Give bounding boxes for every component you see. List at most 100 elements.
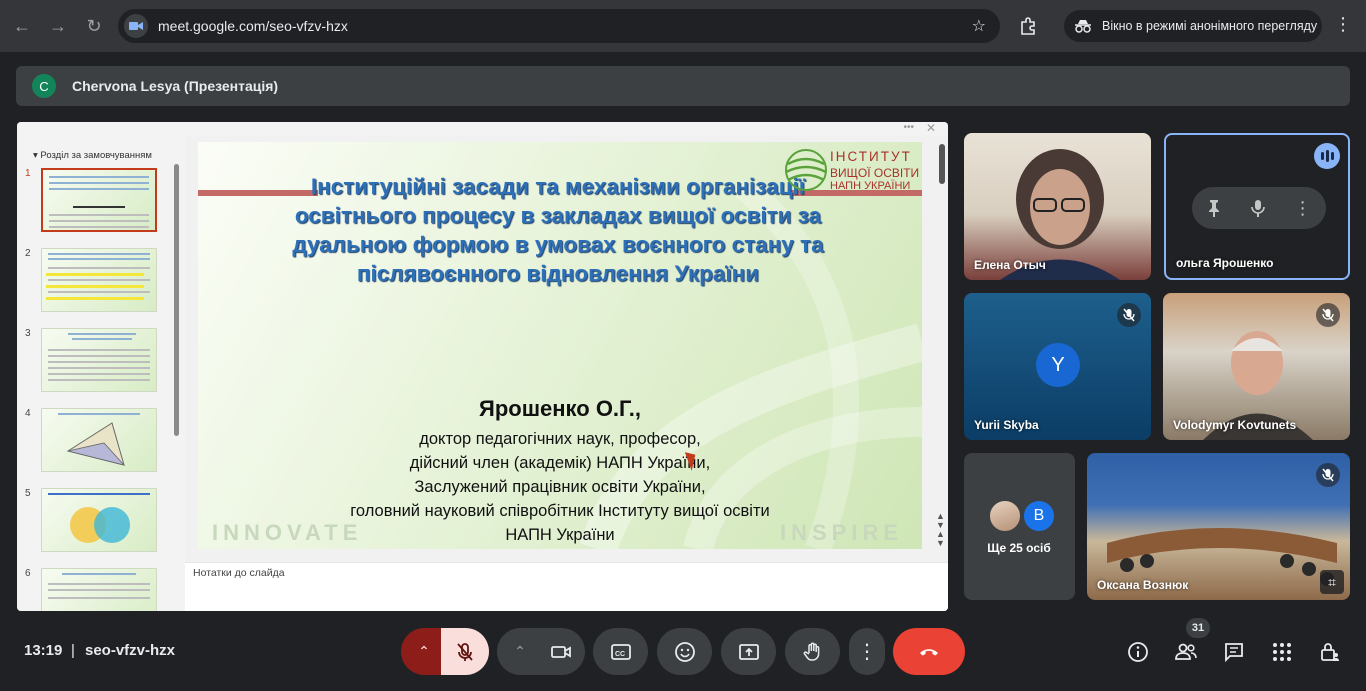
present-to-all-icon	[738, 643, 759, 660]
section-label: Розділ за замовчуванням	[33, 150, 185, 161]
hand-icon	[803, 642, 819, 661]
participant-count-badge: 31	[1186, 618, 1210, 638]
more-participants-tile[interactable]: B Ще 25 осіб	[964, 453, 1075, 600]
more-vert-icon: ⋮	[857, 641, 877, 663]
pin-icon[interactable]	[1206, 199, 1222, 217]
institute-globe-icon	[785, 149, 827, 191]
thumb-number: 3	[25, 328, 31, 339]
thumb-number: 5	[25, 488, 31, 499]
browser-menu-icon[interactable]: ⋮	[1334, 14, 1352, 35]
institute-logo: ІНСТИТУТ ВИЩОЇ ОСВІТИ НАПН УКРАЇНИ	[784, 146, 922, 196]
presenter-avatar: C	[32, 74, 56, 98]
host-controls-button[interactable]	[1316, 638, 1344, 666]
clock: 13:19	[24, 642, 63, 659]
call-end-icon	[920, 648, 938, 655]
slide-title: Інституційні засади та механізми організ…	[292, 174, 824, 286]
microphone-toggle-button[interactable]	[441, 628, 489, 675]
captions-button[interactable]: CC	[593, 628, 648, 675]
incognito-indicator[interactable]: Вікно в режимі анонімного перегляду	[1064, 10, 1322, 42]
chevron-up-icon: ⌃	[418, 643, 430, 659]
thumb-number: 2	[25, 248, 31, 259]
current-slide: Інституційні засади та механізми організ…	[198, 142, 922, 549]
more-participants-avatars: B	[988, 499, 1058, 533]
participant-name: Volodymyr Kovtunets	[1173, 418, 1297, 432]
info-icon	[1128, 642, 1148, 662]
incognito-label: Вікно в режимі анонімного перегляду	[1102, 19, 1318, 33]
participant-tile[interactable]: ⌗ Оксана Вознюк	[1087, 453, 1350, 600]
close-icon[interactable]: ✕	[926, 122, 936, 135]
mic-off-icon	[1117, 303, 1141, 327]
reload-icon[interactable]: ↻	[76, 8, 112, 44]
emoji-icon	[674, 641, 695, 662]
mic-off-icon	[1316, 463, 1340, 487]
meet-camera-icon	[124, 14, 148, 38]
more-options-icon[interactable]: •••	[903, 122, 914, 133]
svg-text:CC: CC	[615, 651, 625, 658]
chevron-up-icon: ⌃	[514, 643, 526, 659]
address-bar[interactable]: meet.google.com/seo-vfzv-hzx ☆	[118, 9, 1000, 43]
raise-hand-button[interactable]	[785, 628, 840, 675]
slide-watermark-left: INNOVATE	[212, 520, 363, 545]
presenter-name: Chervona Lesya (Презентація)	[72, 78, 279, 94]
present-screen-button[interactable]	[721, 628, 776, 675]
call-controls-bar: 13:19 | seo-vfzv-hzx ⌃ ⌃ CC ⋮ 31	[0, 612, 1366, 691]
slide-scrollbar[interactable]	[939, 144, 945, 184]
slide-thumbnail-6[interactable]	[41, 568, 157, 611]
thumb-number: 1	[25, 168, 31, 179]
slide-author: Ярошенко О.Г.,	[479, 396, 641, 421]
videocam-icon	[551, 645, 571, 658]
meeting-info-button[interactable]	[1124, 638, 1152, 666]
camera-toggle-button[interactable]	[537, 628, 585, 675]
activities-button[interactable]	[1268, 638, 1296, 666]
mic-off-icon	[457, 642, 473, 661]
slide-watermark-right: INSPIRE	[780, 520, 904, 545]
author-credential: дійсний член (академік) НАПН України,	[409, 454, 711, 472]
meeting-code: seo-vfzv-hzx	[85, 642, 176, 659]
presenter-banner: C Chervona Lesya (Презентація)	[16, 66, 1350, 106]
slide-notes[interactable]: Нотатки до слайда	[185, 562, 948, 611]
more-participants-label: Ще 25 осіб	[987, 541, 1051, 555]
thumb-number: 6	[25, 568, 31, 579]
participant-tile[interactable]: Volodymyr Kovtunets	[1163, 293, 1350, 440]
extensions-icon[interactable]	[1014, 12, 1042, 40]
incognito-icon	[1075, 20, 1091, 33]
url-text[interactable]: meet.google.com/seo-vfzv-hzx	[158, 18, 348, 34]
notes-placeholder: Нотатки до слайда	[193, 567, 285, 579]
slide-thumbnail-3[interactable]	[41, 328, 157, 392]
participant-tile[interactable]: Елена Отыч	[964, 133, 1151, 280]
people-icon	[1175, 643, 1197, 660]
end-call-button[interactable]	[893, 628, 965, 675]
slide-scroll-arrows-icon[interactable]: ▲ ▼ ▲ ▼	[936, 512, 945, 548]
participant-tile-self[interactable]: ⋮ ольга Ярошенко	[1164, 133, 1350, 280]
back-icon[interactable]: ←	[4, 8, 40, 44]
forward-icon[interactable]: →	[40, 8, 76, 44]
reactions-button[interactable]	[657, 628, 712, 675]
chat-icon	[1225, 643, 1243, 663]
participant-avatar: Y	[1036, 343, 1080, 387]
thumbnails-scrollbar[interactable]	[174, 164, 179, 436]
slide-thumbnail-4[interactable]	[41, 408, 157, 472]
apps-grid-icon	[1273, 643, 1291, 661]
participant-tile[interactable]: Y Yurii Skyba	[964, 293, 1151, 440]
browser-toolbar: ← → ↻ meet.google.com/seo-vfzv-hzx ☆ Вік…	[0, 0, 1366, 52]
author-credential: доктор педагогічних наук, професор,	[419, 430, 701, 448]
microphone-icon[interactable]	[1251, 199, 1265, 217]
more-vert-icon[interactable]: ⋮	[1294, 198, 1312, 219]
presentation-view: ••• ✕ Розділ за замовчуванням 1 2 3 4 5	[17, 122, 948, 611]
slides-panel: Розділ за замовчуванням 1 2 3 4 5	[17, 136, 185, 611]
presentation-titlebar: ••• ✕	[17, 122, 948, 136]
participant-name: Yurii Skyba	[974, 418, 1039, 432]
bookmark-star-icon[interactable]: ☆	[972, 16, 986, 36]
crop-icon[interactable]: ⌗	[1320, 570, 1344, 594]
slide-thumbnail-2[interactable]	[41, 248, 157, 312]
author-credential: головний науковий співробітник Інституту…	[350, 502, 770, 520]
people-button[interactable]	[1172, 638, 1200, 666]
chat-button[interactable]	[1220, 638, 1248, 666]
speaking-indicator-icon	[1314, 143, 1340, 169]
participant-name: ольга Ярошенко	[1176, 256, 1274, 270]
slide-thumbnail-5[interactable]	[41, 488, 157, 552]
thumb-number: 4	[25, 408, 31, 419]
author-credential: Заслужений працівник освіти України,	[414, 478, 706, 496]
slide-thumbnail-1[interactable]	[41, 168, 157, 232]
more-options-button[interactable]: ⋮	[849, 628, 885, 675]
